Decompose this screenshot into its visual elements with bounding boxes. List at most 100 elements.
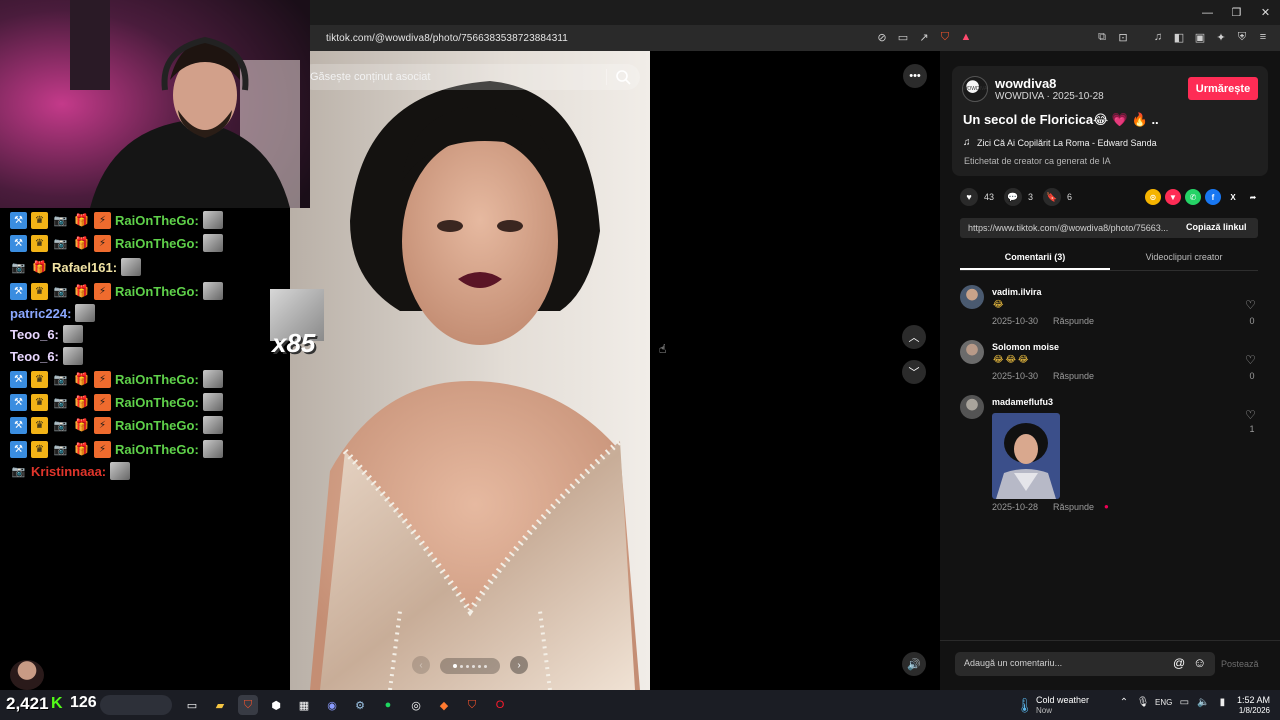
minimize-button[interactable]: — — [1193, 0, 1222, 25]
search-input[interactable]: Găsește conținut asociat — [310, 71, 430, 83]
author-avatar[interactable]: WOWDIVA — [962, 76, 988, 102]
comment-avatar[interactable] — [960, 340, 984, 364]
comment-username[interactable]: vadim.ilvira — [992, 287, 1042, 297]
leo-ai-icon[interactable]: ✦ — [1212, 28, 1230, 46]
reply-button[interactable]: Răspunde — [1053, 502, 1094, 512]
chat-username[interactable]: RaiOnTheGo: — [115, 372, 199, 387]
opera-icon[interactable]: O — [490, 695, 510, 715]
display-icon[interactable]: ▭ — [1177, 697, 1191, 708]
chat-username[interactable]: RaiOnTheGo: — [115, 213, 199, 228]
weather-icon[interactable]: 🌡 — [1016, 697, 1034, 714]
comment-username[interactable]: Solomon moise — [992, 342, 1059, 352]
gift-badge-icon: 🎁 — [74, 395, 89, 409]
taskbar-search[interactable] — [100, 695, 172, 715]
video-backdrop — [650, 51, 940, 690]
search-icon[interactable] — [614, 68, 632, 86]
vpn-icon[interactable]: ⛨ — [1233, 28, 1251, 46]
follow-button[interactable]: Urmărește — [1188, 77, 1258, 100]
previous-post-button[interactable]: ︿ — [902, 325, 926, 349]
reply-button[interactable]: Răspunde — [1053, 316, 1094, 326]
tab-creator-videos[interactable]: Videoclipuri creator — [1110, 248, 1258, 270]
cast-icon[interactable]: ▭ — [894, 28, 912, 46]
save-button[interactable]: 🔖 — [1043, 188, 1062, 206]
chat-username[interactable]: Teoo_6: — [10, 349, 59, 364]
menu-icon[interactable]: ≡ — [1254, 28, 1272, 46]
close-button[interactable]: ✕ — [1251, 0, 1280, 25]
screenshot-icon[interactable]: ⊡ — [1114, 28, 1132, 46]
comment-like-icon[interactable]: ♡ — [1245, 353, 1256, 367]
comment-like-icon[interactable]: ♡ — [1245, 298, 1256, 312]
post-link-text[interactable]: https://www.tiktok.com/@wowdiva8/photo/7… — [968, 223, 1168, 233]
mention-icon[interactable]: @ — [1173, 656, 1185, 670]
author-handle[interactable]: wowdiva8 — [995, 76, 1056, 91]
sidebar-icon[interactable]: ◧ — [1170, 28, 1188, 46]
next-post-button[interactable]: ﹀ — [902, 360, 926, 384]
comment-avatar[interactable] — [960, 395, 984, 419]
music-link[interactable]: Zici Că Ai Copilărit La Roma - Edward Sa… — [977, 138, 1157, 148]
reply-button[interactable]: Răspunde — [1053, 371, 1094, 381]
emoji-icon[interactable]: ☺ — [1193, 655, 1206, 670]
comment-like-icon[interactable]: ♡ — [1245, 408, 1256, 422]
comment-avatar[interactable] — [960, 285, 984, 309]
mute-tab-icon[interactable]: ⊘ — [873, 28, 891, 46]
volume-button[interactable]: 🔊 — [902, 652, 926, 676]
chat-username[interactable]: patric224: — [10, 306, 71, 321]
whatsapp-icon[interactable]: ✆ — [1185, 189, 1201, 205]
post-photo[interactable] — [290, 51, 650, 690]
comment-image[interactable] — [992, 413, 1060, 499]
steam-icon[interactable]: ⚙ — [350, 695, 370, 715]
share-page-icon[interactable]: ↗ — [915, 28, 933, 46]
settings-app-icon[interactable]: ⬢ — [266, 695, 286, 715]
more-share-icon[interactable]: ➦ — [1245, 189, 1261, 205]
chat-username[interactable]: RaiOnTheGo: — [115, 395, 199, 410]
chevron-right-icon: › — [517, 659, 521, 671]
battery-icon[interactable]: ▮ — [1215, 697, 1229, 708]
weather-title[interactable]: Cold weather — [1036, 695, 1089, 705]
brave-rewards-icon[interactable]: ▲ — [957, 28, 975, 46]
comment-button[interactable]: 💬 — [1004, 188, 1023, 206]
chat-username[interactable]: Rafael161: — [52, 260, 117, 275]
x-icon[interactable]: X — [1225, 189, 1241, 205]
chat-username[interactable]: RaiOnTheGo: — [115, 284, 199, 299]
comment-input-placeholder[interactable]: Adaugă un comentariu... — [964, 658, 1062, 668]
friends-share-icon[interactable]: ▼ — [1165, 189, 1181, 205]
url-text[interactable]: tiktok.com/@wowdiva8/photo/7566383538723… — [326, 33, 568, 44]
language-indicator[interactable]: ENG — [1155, 698, 1172, 707]
post-comment-button[interactable]: Postează — [1221, 659, 1259, 669]
brave-browser-icon[interactable]: ⛉ — [238, 695, 258, 715]
extensions-icon[interactable]: ⧉ — [1093, 28, 1111, 46]
capcut-icon[interactable]: ◆ — [434, 695, 454, 715]
store-icon[interactable]: ▦ — [294, 695, 314, 715]
music-control-icon[interactable]: ♫ — [1149, 28, 1167, 46]
microphone-icon[interactable]: 🎙 — [1136, 697, 1150, 708]
reaction-icon[interactable]: ● — [1104, 502, 1109, 511]
chevron-up-icon[interactable]: ⌃ — [1117, 697, 1131, 708]
file-explorer-icon[interactable]: ▰ — [210, 695, 230, 715]
chat-username[interactable]: RaiOnTheGo: — [115, 418, 199, 433]
restore-button[interactable]: ❐ — [1222, 0, 1251, 25]
copy-link-button[interactable]: Copiază linkul — [1186, 222, 1247, 232]
clock-date[interactable]: 1/8/2026 — [1236, 706, 1270, 715]
wallet-icon[interactable]: ▣ — [1191, 28, 1209, 46]
spotify-icon[interactable]: ● — [378, 695, 398, 715]
chat-username[interactable]: RaiOnTheGo: — [115, 442, 199, 457]
brave-nightly-icon[interactable]: ⛉ — [462, 695, 482, 715]
volume-icon[interactable]: 🔈 — [1196, 697, 1210, 708]
obs-icon[interactable]: ◎ — [406, 695, 426, 715]
facebook-icon[interactable]: f — [1205, 189, 1221, 205]
brave-shield-icon[interactable]: ⛉ — [936, 28, 954, 46]
clock-time[interactable]: 1:52 AM — [1236, 695, 1270, 705]
more-options-button[interactable]: ••• — [903, 64, 927, 88]
chat-username[interactable]: RaiOnTheGo: — [115, 236, 199, 251]
tab-comments[interactable]: Comentarii (3) — [960, 248, 1110, 270]
carousel-prev-button[interactable]: ‹ — [412, 656, 430, 674]
chat-username[interactable]: Kristinnaaa: — [31, 464, 106, 479]
carousel-next-button[interactable]: › — [510, 656, 528, 674]
like-button[interactable]: ♥ — [960, 188, 978, 206]
comment-username[interactable]: madameflufu3 — [992, 397, 1053, 407]
discord-icon[interactable]: ◉ — [322, 695, 342, 715]
chat-username[interactable]: Teoo_6: — [10, 327, 59, 342]
task-view-icon[interactable]: ▭ — [182, 695, 202, 715]
embed-share-icon[interactable]: ⊙ — [1145, 189, 1161, 205]
chat-emote-image — [110, 462, 131, 480]
